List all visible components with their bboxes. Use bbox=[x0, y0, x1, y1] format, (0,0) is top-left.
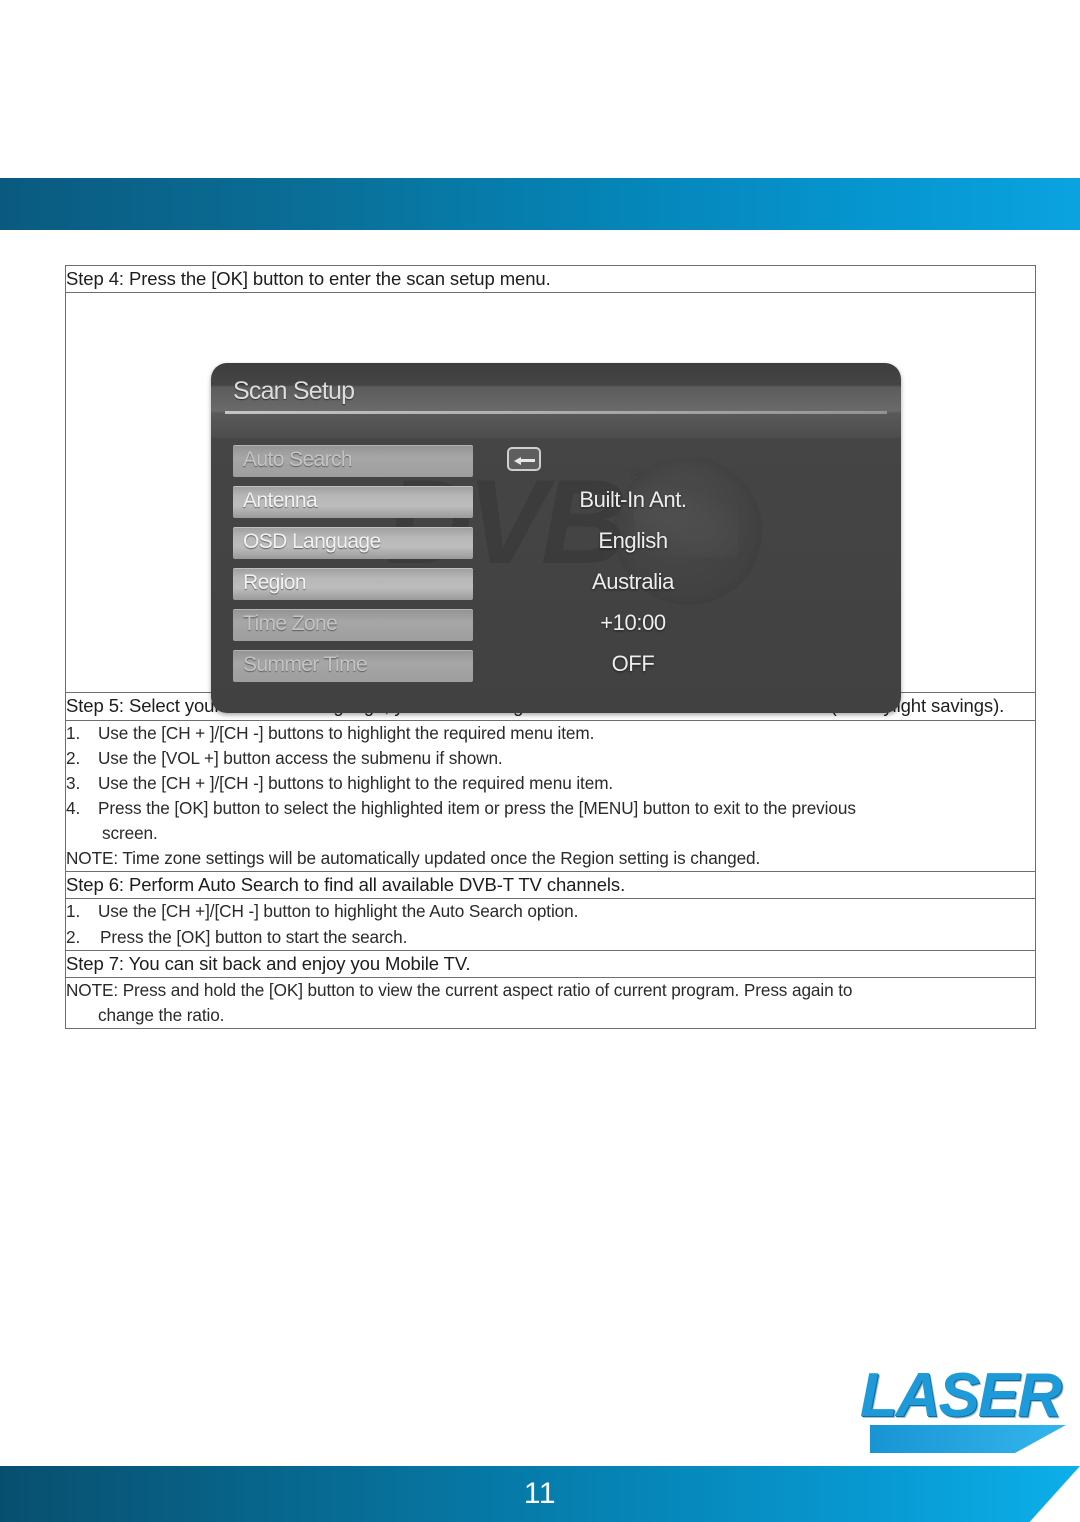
osd-item-label: Region bbox=[243, 571, 307, 595]
table-row: DVB ® Scan Setup Auto Search Antenna Bui… bbox=[65, 292, 1036, 714]
list-item-text: Use the [CH +]/[CH -] button to highligh… bbox=[98, 901, 579, 922]
osd-item-label: Antenna bbox=[243, 489, 318, 513]
step6-cell: Step 6: Perform Auto Search to find all … bbox=[65, 871, 1036, 900]
step5-list-cell: 1. Use the [CH + ]/[CH -] buttons to hig… bbox=[65, 719, 1036, 873]
osd-screenshot: DVB ® Scan Setup Auto Search Antenna Bui… bbox=[211, 363, 901, 714]
list-item-number: 3. bbox=[66, 772, 81, 793]
step6-list-cell: 1. Use the [CH +]/[CH -] button to highl… bbox=[65, 898, 1036, 951]
osd-menu-item-time-zone[interactable]: Time Zone +10:00 bbox=[211, 607, 901, 648]
osd-item-label-bar: Auto Search bbox=[233, 445, 473, 478]
footer-gradient-band: 11 bbox=[0, 1466, 1080, 1522]
list-item-text: Press the [OK] button to select the high… bbox=[98, 796, 1035, 846]
osd-item-label-bar: Region bbox=[233, 568, 473, 601]
list-item: 3. Use the [CH + ]/[CH -] buttons to hig… bbox=[66, 771, 1035, 796]
step4-text: Step 4: Press the [OK] button to enter t… bbox=[66, 268, 551, 289]
header-gradient-band bbox=[0, 178, 1080, 230]
osd-item-value: Built-In Ant. bbox=[579, 487, 687, 513]
list-item-number: 4. bbox=[66, 797, 81, 818]
list-item-number: 2. bbox=[66, 747, 81, 768]
osd-item-label-bar: Time Zone bbox=[233, 609, 473, 642]
list-item-text: Use the [CH + ]/[CH -] buttons to highli… bbox=[98, 722, 595, 743]
step7-cell: Step 7: You can sit back and enjoy you M… bbox=[65, 949, 1036, 978]
osd-menu-item-auto-search[interactable]: Auto Search bbox=[211, 443, 901, 484]
osd-title: Scan Setup bbox=[233, 377, 355, 406]
list-item-text: Press the [OK] button to start the searc… bbox=[100, 926, 408, 947]
list-item-text: Use the [VOL +] button access the submen… bbox=[98, 747, 503, 768]
table-row: 1. Use the [CH +]/[CH -] button to highl… bbox=[65, 898, 1036, 951]
osd-item-label-bar: Antenna bbox=[233, 486, 473, 519]
step4-cell: Step 4: Press the [OK] button to enter t… bbox=[65, 264, 1036, 294]
laser-logo-text: LASER bbox=[859, 1361, 1062, 1430]
table-row: NOTE: Press and hold the [OK] button to … bbox=[65, 976, 1036, 1030]
osd-menu-item-region[interactable]: Region Australia bbox=[211, 566, 901, 607]
list-item: 4. Press the [OK] button to select the h… bbox=[66, 796, 1035, 846]
osd-item-value: +10:00 bbox=[600, 610, 666, 636]
table-row: Step 7: You can sit back and enjoy you M… bbox=[65, 949, 1036, 978]
osd-item-label-bar: Summer Time bbox=[233, 650, 473, 683]
table-row: Step 4: Press the [OK] button to enter t… bbox=[65, 264, 1036, 294]
list-item-text: Use the [CH + ]/[CH -] buttons to highli… bbox=[98, 772, 614, 793]
osd-item-label: Auto Search bbox=[243, 448, 353, 472]
step7-note-cell: NOTE: Press and hold the [OK] button to … bbox=[65, 976, 1036, 1030]
list-item-text-line2: screen. bbox=[102, 822, 158, 843]
list-item-number: 2. bbox=[66, 926, 81, 947]
page-number: 11 bbox=[523, 1477, 557, 1510]
step7-note: NOTE: Press and hold the [OK] button to … bbox=[66, 978, 1035, 1028]
step7-note-line2: change the ratio. bbox=[98, 1005, 225, 1026]
list-item: 1. Use the [CH + ]/[CH -] buttons to hig… bbox=[66, 721, 1035, 746]
enter-key-icon bbox=[507, 447, 541, 472]
list-item-number: 1. bbox=[66, 901, 81, 922]
osd-item-label: Time Zone bbox=[243, 612, 338, 636]
instructions-table: Step 4: Press the [OK] button to enter t… bbox=[65, 264, 1036, 1030]
osd-item-value: Australia bbox=[592, 569, 674, 595]
step5-note: NOTE: Time zone settings will be automat… bbox=[66, 848, 761, 869]
osd-item-label: Summer Time bbox=[243, 653, 368, 677]
list-item-number: 1. bbox=[66, 722, 81, 743]
osd-item-value: OFF bbox=[611, 651, 655, 677]
list-item: 2. Press the [OK] button to start the se… bbox=[66, 925, 1035, 950]
step7-text: Step 7: You can sit back and enjoy you M… bbox=[66, 952, 471, 974]
osd-item-label: OSD Language bbox=[243, 530, 381, 554]
osd-item-label-bar: OSD Language bbox=[233, 527, 473, 560]
list-item-text-line1: Press the [OK] button to select the high… bbox=[98, 797, 856, 818]
list-item: 1. Use the [CH +]/[CH -] button to highl… bbox=[66, 899, 1035, 924]
osd-menu-item-antenna[interactable]: Antenna Built-In Ant. bbox=[211, 484, 901, 525]
step6-text: Step 6: Perform Auto Search to find all … bbox=[66, 874, 626, 896]
osd-menu-item-summer-time[interactable]: Summer Time OFF bbox=[211, 648, 901, 689]
laser-logo: LASER bbox=[836, 1361, 1066, 1453]
table-row: 1. Use the [CH + ]/[CH -] buttons to hig… bbox=[65, 719, 1036, 873]
osd-menu-list: Auto Search Antenna Built-In Ant. OSD La… bbox=[211, 443, 901, 689]
osd-screenshot-cell: DVB ® Scan Setup Auto Search Antenna Bui… bbox=[65, 292, 1036, 714]
manual-page: Step 4: Press the [OK] button to enter t… bbox=[0, 0, 1080, 1522]
osd-menu-item-osd-language[interactable]: OSD Language English bbox=[211, 525, 901, 566]
step7-note-line1: NOTE: Press and hold the [OK] button to … bbox=[66, 979, 853, 1000]
table-row: Step 6: Perform Auto Search to find all … bbox=[65, 871, 1036, 900]
list-item: 2. Use the [VOL +] button access the sub… bbox=[66, 746, 1035, 771]
scan-setup-panel: DVB ® Scan Setup Auto Search Antenna Bui… bbox=[211, 363, 901, 714]
osd-item-value: English bbox=[598, 528, 668, 554]
osd-title-divider bbox=[225, 411, 887, 415]
